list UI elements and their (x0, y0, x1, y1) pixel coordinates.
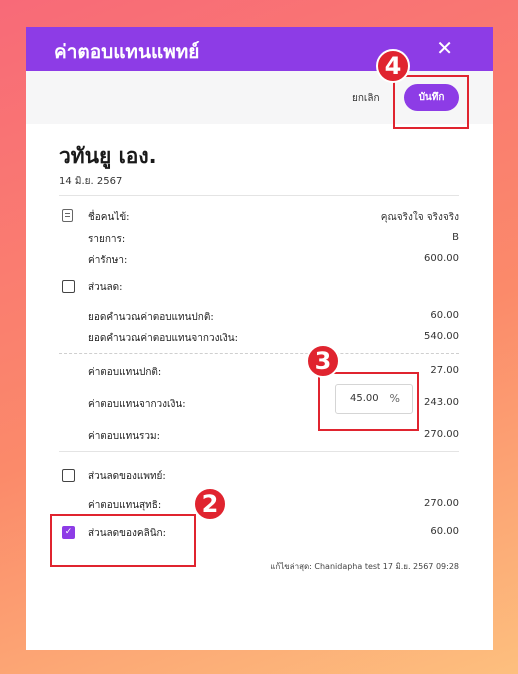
fee-row: ค่ารักษา: 600.00 (26, 253, 493, 269)
fee-label: ค่ารักษา: (88, 255, 128, 266)
normal-base-row: ยอดคำนวณค่าตอบแทนปกติ: 60.00 (26, 310, 493, 326)
clinic-discount-label: ส่วนลดของคลินิก: (88, 528, 166, 539)
dialog-title: ค่าตอบแทนแพทย์ (54, 41, 200, 63)
item-value: B (452, 232, 459, 243)
total-comp-value: 270.00 (424, 429, 459, 440)
normal-comp-value: 27.00 (430, 365, 459, 376)
net-comp-row: ค่าตอบแทนสุทธิ: 270.00 (26, 498, 493, 514)
fraction-comp-row: ค่าตอบแทนจากวงเงิน: 243.00 (26, 397, 493, 413)
visit-date: 14 มิ.ย. 2567 (59, 176, 123, 187)
discount-row: ส่วนลด: (26, 280, 493, 296)
annotation-badge-4: 4 (376, 49, 410, 83)
fee-value: 600.00 (424, 253, 459, 264)
patient-value: คุณจริงใจ จริงจริง (380, 212, 459, 223)
normal-comp-row: ค่าตอบแทนปกติ: 27.00 (26, 365, 493, 381)
net-comp-value: 270.00 (424, 498, 459, 509)
divider (59, 451, 459, 452)
total-comp-label: ค่าตอบแทนรวม: (88, 431, 160, 442)
fraction-comp-label: ค่าตอบแทนจากวงเงิน: (88, 399, 186, 410)
close-icon[interactable]: ✕ (436, 36, 453, 60)
dialog-toolbar: ยกเลิก บันทึก (26, 71, 493, 124)
fraction-comp-value: 243.00 (424, 397, 459, 408)
cancel-button[interactable]: ยกเลิก (352, 91, 380, 106)
patient-name: วทันยู เอง. (59, 144, 157, 168)
clinic-discount-row: ส่วนลดของคลินิก: 60.00 (26, 526, 493, 542)
patient-row: ชื่อคนไข้: คุณจริงใจ จริงจริง (26, 210, 493, 226)
doctor-discount-row: ส่วนลดของแพทย์: (26, 469, 493, 485)
item-row: รายการ: B (26, 232, 493, 248)
divider (59, 195, 459, 196)
discount-label: ส่วนลด: (88, 282, 123, 293)
percent-unit: % (389, 392, 400, 405)
normal-base-label: ยอดคำนวณค่าตอบแทนปกติ: (88, 312, 214, 323)
fraction-percent-input[interactable]: 45.00 % (335, 384, 413, 414)
last-edited-text: แก้ไขล่าสุด: Chanidapha test 17 มิ.ย. 25… (270, 562, 459, 571)
normal-comp-label: ค่าตอบแทนปกติ: (88, 367, 162, 378)
fraction-percent-value: 45.00 (350, 393, 379, 404)
dialog-header: ค่าตอบแทนแพทย์ ✕ (26, 27, 493, 71)
fraction-base-row: ยอดคำนวณค่าตอบแทนจากวงเงิน: 540.00 (26, 331, 493, 347)
item-label: รายการ: (88, 234, 126, 245)
total-comp-row: ค่าตอบแทนรวม: 270.00 (26, 429, 493, 445)
net-comp-label: ค่าตอบแทนสุทธิ: (88, 500, 162, 511)
fraction-base-value: 540.00 (424, 331, 459, 342)
doctor-discount-label: ส่วนลดของแพทย์: (88, 471, 166, 482)
patient-label: ชื่อคนไข้: (88, 212, 130, 223)
dashed-divider (59, 353, 459, 354)
normal-base-value: 60.00 (430, 310, 459, 321)
fraction-base-label: ยอดคำนวณค่าตอบแทนจากวงเงิน: (88, 333, 238, 344)
clinic-discount-value: 60.00 (430, 526, 459, 537)
save-button[interactable]: บันทึก (404, 84, 459, 111)
annotation-badge-3: 3 (306, 344, 340, 378)
doctor-fee-dialog: ค่าตอบแทนแพทย์ ✕ ยกเลิก บันทึก วทันยู เอ… (26, 27, 493, 650)
annotation-badge-2: 2 (193, 487, 227, 521)
